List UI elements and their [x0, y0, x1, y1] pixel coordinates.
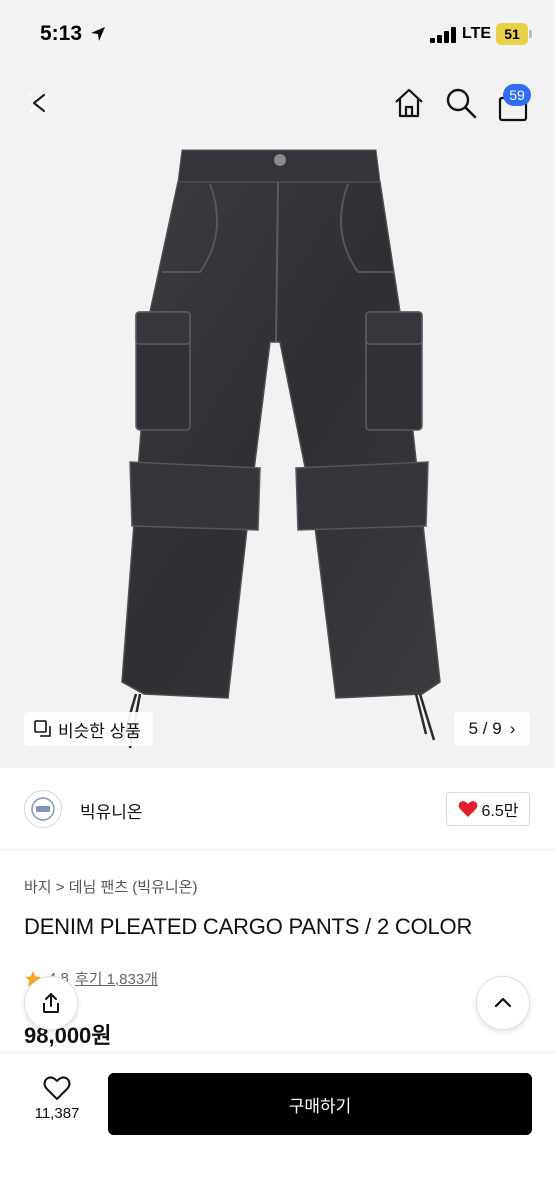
chevron-right-icon: ›	[509, 719, 516, 738]
network-label: LTE	[462, 25, 492, 42]
breadcrumb-category[interactable]: 바지	[24, 879, 52, 896]
search-icon[interactable]	[444, 86, 478, 120]
breadcrumb: 바지 > 데님 팬츠 (빅유니온)	[24, 876, 197, 897]
share-icon	[43, 993, 59, 1013]
brand-logo[interactable]	[24, 790, 62, 828]
product-title: DENIM PLEATED CARGO PANTS / 2 COLOR	[24, 914, 473, 939]
status-bar: 5:13 LTE 51	[0, 0, 555, 62]
status-time: 5:13	[40, 22, 83, 45]
page-counter-text: 5 / 9	[468, 719, 502, 738]
location-arrow-icon	[91, 27, 105, 41]
similar-products-icon	[34, 720, 51, 737]
brand-row: 빅유니온 6.5만	[0, 768, 555, 850]
review-count-link[interactable]: 후기 1,833개	[75, 968, 158, 989]
brand-like-count: 6.5만	[481, 803, 519, 820]
brand-like-button[interactable]: 6.5만	[446, 792, 530, 826]
heart-outline-icon	[43, 1076, 71, 1100]
buy-button[interactable]: 구매하기	[108, 1073, 532, 1135]
brand-name[interactable]: 빅유니온	[80, 798, 143, 823]
product-image-gallery[interactable]: 59 비슷한 상품 5 / 9 ›	[0, 62, 555, 768]
breadcrumb-separator: >	[55, 879, 65, 896]
wishlist-button[interactable]: 11,387	[22, 1075, 92, 1135]
cart-count-badge: 59	[503, 84, 531, 106]
signal-icon	[430, 27, 456, 43]
wishlist-count: 11,387	[34, 1105, 80, 1122]
share-button[interactable]	[24, 976, 78, 1030]
similar-products-label: 비슷한 상품	[58, 721, 141, 741]
battery-tip	[529, 30, 532, 38]
image-page-counter[interactable]: 5 / 9 ›	[454, 712, 530, 746]
battery-icon: 51	[496, 23, 528, 45]
brand-logo-icon	[31, 797, 55, 821]
chevron-up-icon	[494, 997, 512, 1008]
bottom-action-bar: 11,387 구매하기	[0, 1052, 555, 1200]
similar-products-button[interactable]: 비슷한 상품	[24, 712, 153, 746]
close-icon[interactable]	[22, 86, 56, 120]
home-icon[interactable]	[392, 86, 426, 120]
product-image	[120, 149, 441, 749]
breadcrumb-subcategory[interactable]: 데님 팬츠 (빅유니온)	[69, 879, 198, 896]
scroll-to-top-button[interactable]	[476, 976, 530, 1030]
heart-filled-icon	[458, 801, 477, 817]
